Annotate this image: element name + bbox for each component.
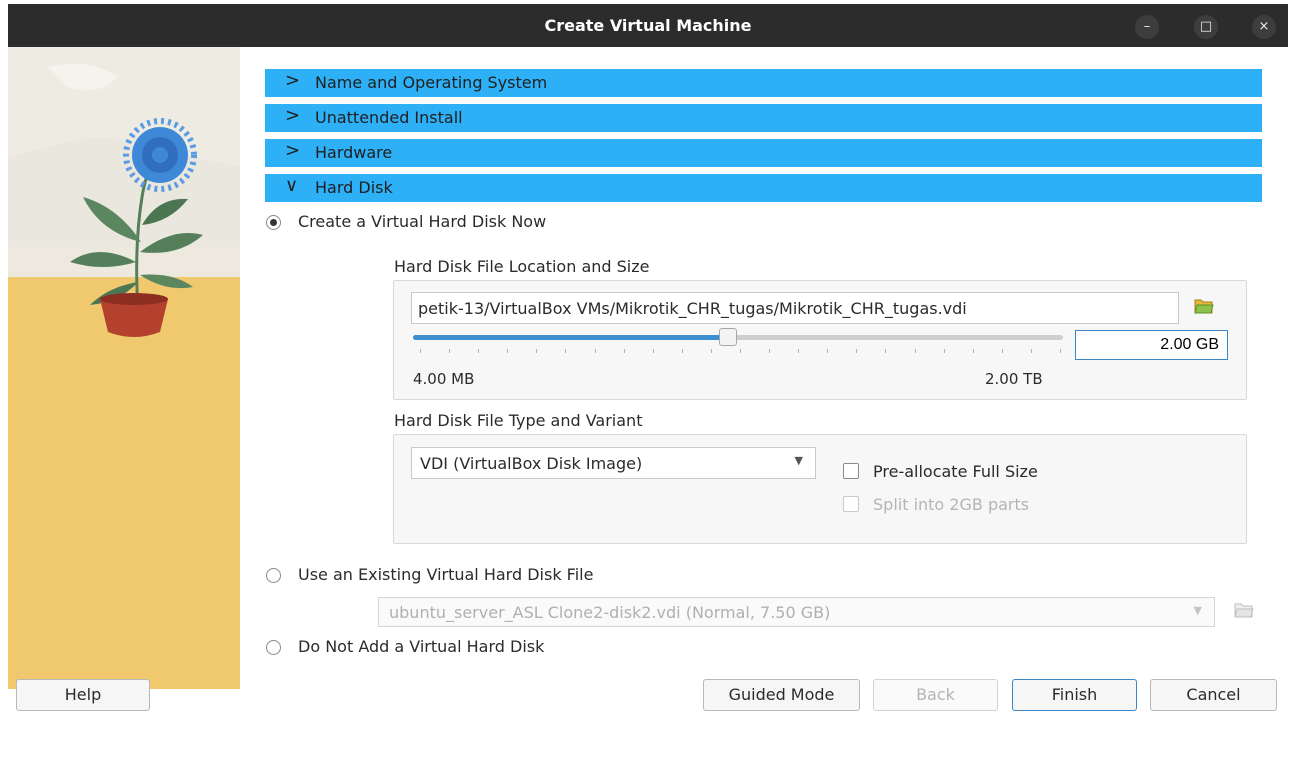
existing-disk-select[interactable]: ubuntu_server_ASL Clone2-disk2.vdi (Norm… [378,597,1215,627]
section-hardware[interactable]: > Hardware [265,139,1262,167]
slider-tick [1031,349,1032,353]
slider-tick [565,349,566,353]
title-bar[interactable]: Create Virtual Machine – □ × [8,4,1288,47]
slider-tick [769,349,770,353]
cancel-button[interactable]: Cancel [1150,679,1277,711]
disk-file-path-input[interactable]: petik-13/VirtualBox VMs/Mikrotik_CHR_tug… [411,292,1179,324]
radio-label: Create a Virtual Hard Disk Now [298,212,547,231]
slider-tick [973,349,974,353]
slider-tick [798,349,799,353]
slider-tick [915,349,916,353]
slider-tick [1060,349,1061,353]
slider-tick [944,349,945,353]
radio-label: Use an Existing Virtual Hard Disk File [298,565,594,584]
slider-tick [624,349,625,353]
chevron-down-icon: ▼ [1193,604,1202,617]
window-title: Create Virtual Machine [544,16,752,35]
slider-tick [1002,349,1003,353]
chevron-right-icon: > [285,105,301,126]
type-variant-title: Hard Disk File Type and Variant [394,411,643,430]
chevron-down-icon: ∨ [285,175,299,196]
disk-size-slider[interactable] [413,335,1063,340]
guided-mode-button[interactable]: Guided Mode [703,679,860,711]
section-label: Hard Disk [315,178,393,197]
checkbox-label: Split into 2GB parts [873,495,1030,514]
slider-tick [449,349,450,353]
checkbox-indicator[interactable] [843,496,859,512]
slider-tick [507,349,508,353]
existing-disk-value: ubuntu_server_ASL Clone2-disk2.vdi (Norm… [389,603,831,622]
section-label: Hardware [315,143,393,162]
slider-tick [740,349,741,353]
dialog-body: > Name and Operating System > Unattended… [8,47,1288,712]
section-label: Name and Operating System [315,73,548,92]
chevron-right-icon: > [285,140,301,161]
wizard-illustration [8,47,240,689]
create-vm-dialog: Create Virtual Machine – □ × > Name and … [0,0,1295,760]
folder-open-icon[interactable] [1234,601,1254,619]
chevron-right-icon: > [285,70,301,91]
location-size-title: Hard Disk File Location and Size [394,257,650,276]
folder-open-icon[interactable] [1194,297,1214,315]
slider-tick [711,349,712,353]
minimize-button[interactable]: – [1135,15,1159,39]
radio-label: Do Not Add a Virtual Hard Disk [298,637,545,656]
disk-size-input[interactable] [1075,330,1228,360]
section-hard-disk[interactable]: ∨ Hard Disk [265,174,1262,202]
slider-tick [536,349,537,353]
section-unattended-install[interactable]: > Unattended Install [265,104,1262,132]
slider-tick [827,349,828,353]
flower-pot-illustration [8,47,240,689]
slider-tick [856,349,857,353]
radio-indicator[interactable] [266,215,281,230]
maximize-button[interactable]: □ [1194,15,1218,39]
disk-type-value: VDI (VirtualBox Disk Image) [420,454,643,473]
slider-tick [420,349,421,353]
checkbox-label: Pre-allocate Full Size [873,462,1038,481]
section-label: Unattended Install [315,108,463,127]
help-button[interactable]: Help [16,679,150,711]
close-button[interactable]: × [1252,15,1276,39]
back-button[interactable]: Back [873,679,998,711]
chevron-down-icon: ▼ [794,454,803,467]
slider-fill [413,335,729,340]
max-size-label: 2.00 TB [985,370,1043,388]
slider-tick [653,349,654,353]
finish-button[interactable]: Finish [1012,679,1137,711]
radio-indicator[interactable] [266,568,281,583]
slider-tick [885,349,886,353]
min-size-label: 4.00 MB [413,370,475,388]
slider-handle[interactable] [719,328,737,346]
disk-type-select[interactable]: VDI (VirtualBox Disk Image) ▼ [411,447,816,479]
slider-tick [595,349,596,353]
slider-tick [478,349,479,353]
slider-tick [682,349,683,353]
section-name-and-os[interactable]: > Name and Operating System [265,69,1262,97]
slider-ticks [420,349,1061,353]
radio-indicator[interactable] [266,640,281,655]
checkbox-indicator[interactable] [843,463,859,479]
